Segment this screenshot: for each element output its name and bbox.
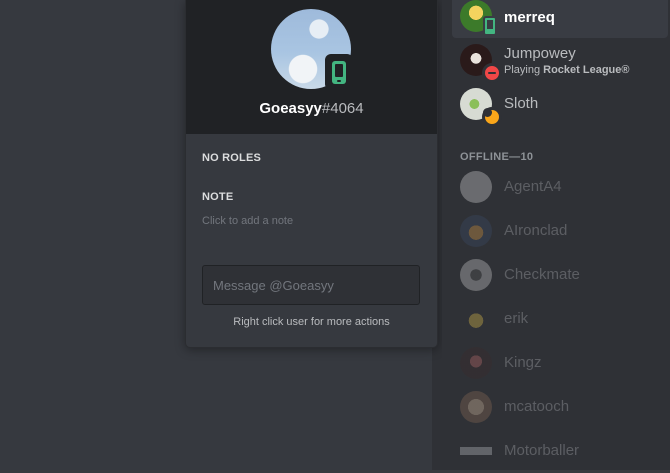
- member-item-aironclad[interactable]: AIronclad: [452, 209, 668, 253]
- member-name: AIronclad: [504, 222, 568, 239]
- avatar: [460, 171, 492, 203]
- mobile-phone-icon: [325, 54, 353, 90]
- message-input[interactable]: [202, 265, 420, 305]
- avatar: [460, 215, 492, 247]
- mobile-phone-icon: [483, 16, 497, 36]
- member-name: Motorballer: [504, 442, 580, 459]
- member-name: merreq: [504, 9, 555, 26]
- member-list: merreq Jumpowey Playing Rocket League® S…: [442, 0, 670, 470]
- member-name: Checkmate: [504, 266, 580, 283]
- avatar: [460, 303, 492, 335]
- member-name: Sloth: [504, 95, 539, 112]
- profile-username[interactable]: Goeasyy#4064: [186, 100, 437, 117]
- member-item-mcatooch[interactable]: mcatooch: [452, 385, 668, 429]
- avatar: [460, 435, 492, 467]
- member-name: Kingz: [504, 354, 542, 371]
- member-activity: Playing Rocket League®: [504, 64, 630, 76]
- idle-status-icon: [482, 107, 502, 127]
- avatar: [460, 259, 492, 291]
- note-label: NOTE: [202, 191, 234, 203]
- member-name: mcatooch: [504, 398, 570, 415]
- offline-category-header: OFFLINE—10: [460, 151, 534, 163]
- member-item-merreq[interactable]: merreq: [452, 0, 668, 38]
- member-item-agenta4[interactable]: AgentA4: [452, 165, 668, 209]
- user-profile-popout: Goeasyy#4064 NO ROLES NOTE Click to add …: [185, 0, 438, 348]
- member-item-sloth[interactable]: Sloth: [452, 82, 668, 127]
- member-item-kingz[interactable]: Kingz: [452, 341, 668, 385]
- roles-label: NO ROLES: [202, 152, 262, 164]
- member-item-checkmate[interactable]: Checkmate: [452, 253, 668, 297]
- member-item-jumpowey[interactable]: Jumpowey Playing Rocket League®: [452, 38, 668, 83]
- member-item-motorballer[interactable]: Motorballer: [452, 429, 668, 473]
- more-actions-hint: Right click user for more actions: [233, 316, 390, 328]
- dnd-status-icon: [482, 63, 502, 83]
- avatar: [460, 347, 492, 379]
- member-item-erik[interactable]: erik: [452, 297, 668, 341]
- discriminator-text: #4064: [321, 100, 364, 117]
- member-name: Jumpowey: [504, 45, 576, 62]
- avatar: [460, 391, 492, 423]
- username-text: Goeasyy: [259, 100, 322, 117]
- member-name: AgentA4: [504, 178, 562, 195]
- member-name: erik: [504, 310, 529, 327]
- popout-header: Goeasyy#4064: [186, 0, 437, 134]
- note-field[interactable]: Click to add a note: [202, 215, 293, 227]
